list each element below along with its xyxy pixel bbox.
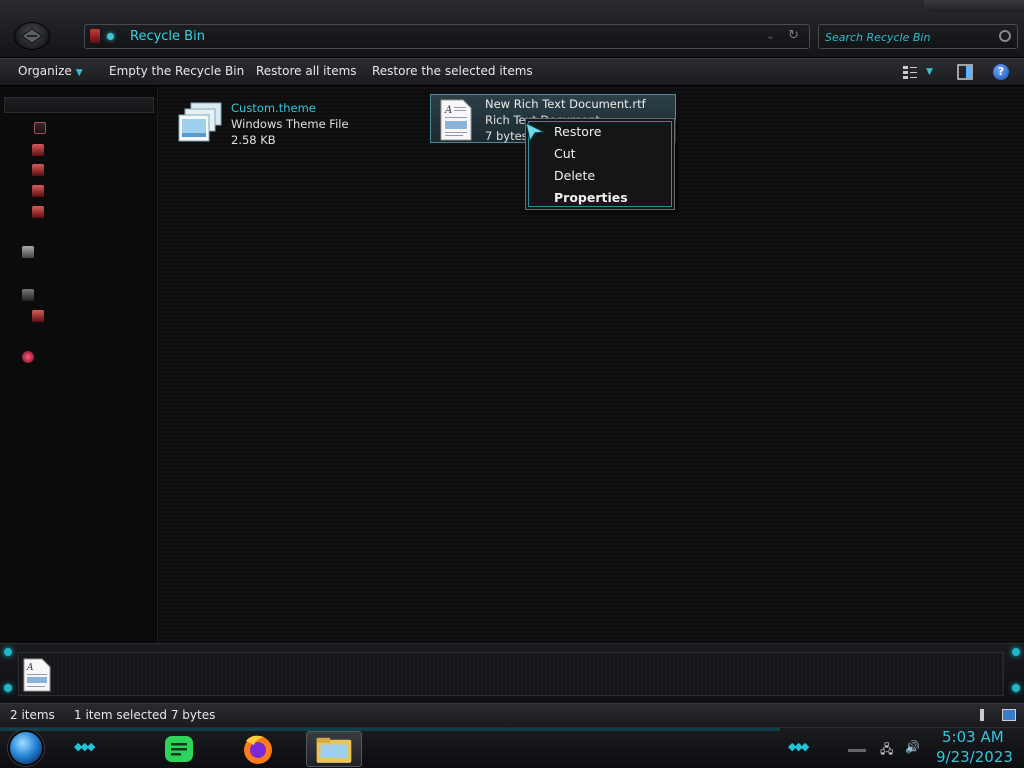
notes-app-icon	[165, 736, 193, 762]
navigation-pane	[0, 87, 158, 643]
svg-text:A: A	[444, 105, 452, 116]
file-size: 7 bytes	[485, 129, 528, 143]
menu-item-delete[interactable]: Delete	[554, 168, 595, 188]
music-icon	[32, 185, 44, 197]
status-item-count: 2 items	[10, 708, 55, 722]
folder-icon	[316, 737, 352, 763]
clock-date[interactable]: 9/23/2023	[936, 748, 1013, 766]
chevrons-icon: ◆◆◆	[74, 740, 95, 753]
view-chevron-down-icon[interactable]: ▼	[926, 67, 933, 77]
window-grip	[924, 0, 1024, 12]
details-view-icon[interactable]	[980, 709, 984, 721]
tiles-view-icon[interactable]	[1002, 709, 1016, 721]
preview-pane-icon[interactable]	[957, 64, 973, 80]
drive-icon	[32, 310, 44, 322]
menu-item-restore[interactable]: Restore	[554, 124, 601, 144]
menu-item-cut[interactable]: Cut	[554, 146, 576, 166]
file-item-custom-theme[interactable]: Custom.theme Windows Theme File 2.58 KB	[177, 99, 397, 149]
pictures-icon	[32, 206, 44, 218]
chevron-down-icon[interactable]: ⌄	[766, 29, 775, 42]
downloads-icon	[32, 144, 44, 156]
taskbar: ◆◆◆ ◆◆◆ 🖧 🔊 5:03 AM 9/23/2023	[0, 727, 1024, 768]
empty-recycle-bin-button[interactable]: Empty the Recycle Bin	[109, 64, 244, 78]
homegroup-icon	[22, 246, 34, 258]
command-bar: Organize ▼ Empty the Recycle Bin Restore …	[0, 58, 1024, 86]
search-box[interactable]	[818, 24, 1018, 49]
window-header: Recycle Bin ⌄ ↻	[0, 0, 1024, 58]
menu-item-properties[interactable]: Properties	[554, 190, 628, 210]
address-bar[interactable]: Recycle Bin ⌄ ↻	[84, 24, 810, 49]
mouse-cursor-icon	[525, 121, 546, 143]
recycle-bin-icon	[90, 29, 100, 43]
glow-light-icon	[4, 648, 12, 656]
back-forward-icon[interactable]	[14, 22, 50, 50]
context-menu: Restore Cut Delete Properties	[525, 118, 675, 210]
network-icon	[22, 351, 34, 363]
spotify-taskbar-button[interactable]	[152, 731, 208, 767]
view-options-icon[interactable]	[902, 64, 918, 80]
chevrons-icon: ◆◆◆	[788, 740, 809, 753]
clock-time[interactable]: 5:03 AM	[942, 728, 1004, 746]
file-name: New Rich Text Document.rtf	[485, 97, 646, 111]
computer-icon	[22, 289, 34, 301]
volume-icon[interactable]: 🔊	[905, 740, 920, 754]
search-input[interactable]	[825, 28, 985, 46]
address-path[interactable]: Recycle Bin	[130, 29, 205, 44]
firefox-taskbar-button[interactable]	[230, 731, 286, 767]
svg-text:A: A	[26, 663, 34, 673]
details-pane-inner	[18, 652, 1004, 696]
organize-button[interactable]: Organize ▼	[18, 64, 83, 78]
search-icon[interactable]	[999, 30, 1011, 42]
help-icon[interactable]: ?	[993, 64, 1009, 80]
start-button[interactable]	[8, 730, 44, 766]
network-tray-icon[interactable]: 🖧	[880, 740, 893, 761]
explorer-taskbar-button[interactable]	[306, 731, 362, 767]
rtf-file-icon: A	[440, 99, 472, 141]
file-type: Windows Theme File	[231, 117, 349, 131]
status-bar: 2 items 1 item selected 7 bytes	[0, 703, 1024, 727]
nav-favorites-header[interactable]	[4, 97, 154, 113]
status-selection: 1 item selected 7 bytes	[74, 708, 216, 722]
rtf-preview-icon: A	[23, 658, 51, 692]
details-pane: A	[0, 643, 1024, 703]
chevron-down-icon: ▼	[75, 68, 83, 78]
taskbar-accent	[0, 728, 780, 731]
glow-light-icon	[4, 684, 12, 692]
breadcrumb-dot-icon	[107, 33, 114, 40]
desktop-icon	[32, 164, 44, 176]
glow-light-icon	[1012, 684, 1020, 692]
theme-file-icon	[178, 102, 222, 142]
folder-icon	[34, 122, 46, 134]
refresh-icon[interactable]: ↻	[788, 28, 799, 43]
organize-label: Organize	[18, 64, 72, 78]
file-name: Custom.theme	[231, 101, 316, 115]
firefox-icon	[244, 735, 272, 764]
file-size: 2.58 KB	[231, 133, 276, 147]
glow-light-icon	[1012, 648, 1020, 656]
restore-selected-button[interactable]: Restore the selected items	[372, 64, 533, 78]
show-desktop-icon[interactable]	[848, 742, 866, 752]
restore-all-button[interactable]: Restore all items	[256, 64, 357, 78]
